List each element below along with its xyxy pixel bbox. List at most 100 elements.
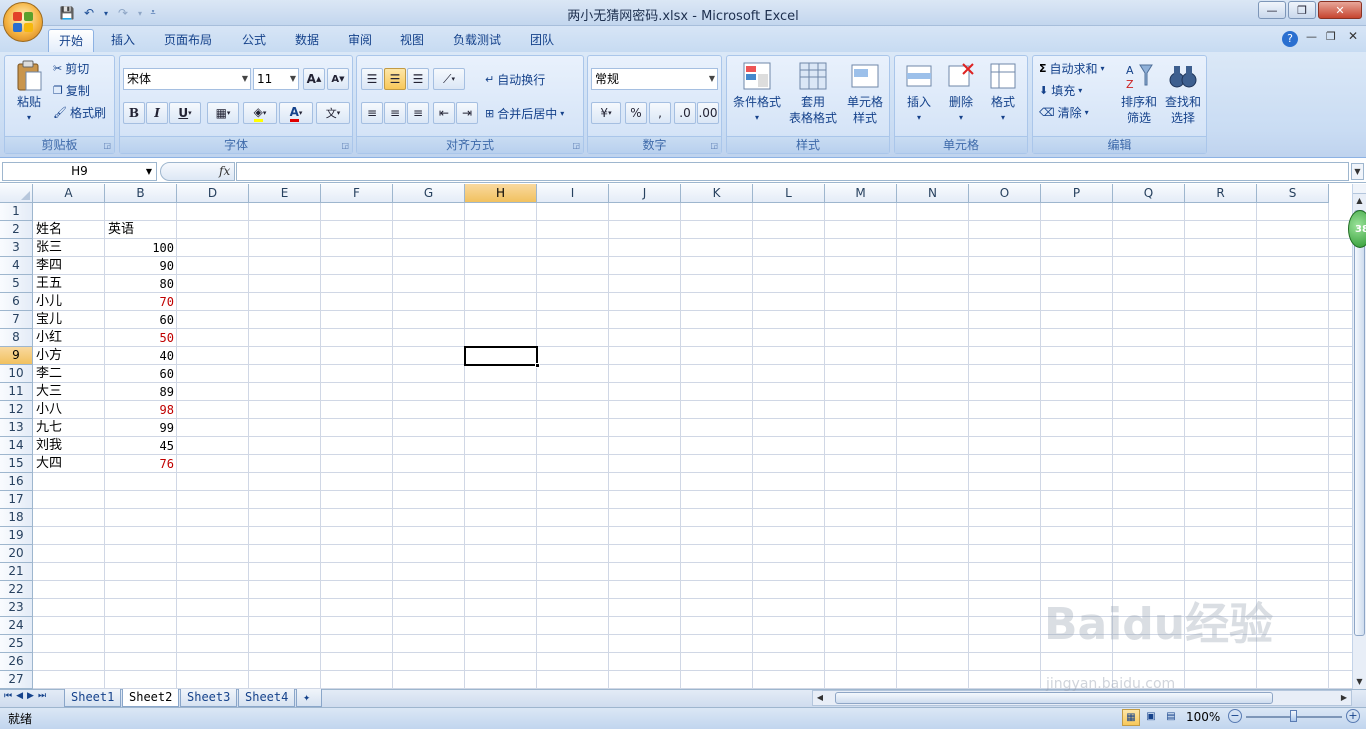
vertical-scrollbar[interactable]: ▲ ▼ [1352,184,1366,689]
underline-button[interactable]: U ▾ [169,102,201,124]
number-launcher-icon[interactable]: ◲ [710,141,718,150]
zoom-out-icon[interactable]: − [1228,709,1242,723]
customize-qat-icon[interactable]: ⩡ [148,4,158,22]
borders-button[interactable]: ▦ ▾ [207,102,239,124]
column-header-J[interactable]: J [609,184,681,203]
tab-page-layout[interactable]: 页面布局 [154,29,222,52]
row-header-16[interactable]: 16 [0,473,33,491]
row-header-2[interactable]: 2 [0,221,33,239]
align-left-icon[interactable]: ≡ [361,102,383,124]
cell-B10[interactable]: 60 [105,365,177,383]
row-header-18[interactable]: 18 [0,509,33,527]
bold-button[interactable]: B [123,102,145,124]
column-header-M[interactable]: M [825,184,897,203]
cell-styles-button[interactable]: 单元格 样式 [843,60,887,126]
cell-B13[interactable]: 99 [105,419,177,437]
row-header-8[interactable]: 8 [0,329,33,347]
zoom-slider-thumb[interactable] [1290,710,1297,722]
row-header-20[interactable]: 20 [0,545,33,563]
sheet-tab-3[interactable]: Sheet3 [180,689,238,707]
sheet-tab-1[interactable]: Sheet1 [64,689,122,707]
merge-center-button[interactable]: ⊞ 合并后居中 ▾ [485,105,564,122]
cell-A13[interactable]: 九七 [33,419,105,437]
row-header-17[interactable]: 17 [0,491,33,509]
minimize-button[interactable]: — [1258,1,1286,19]
row-header-23[interactable]: 23 [0,599,33,617]
column-header-K[interactable]: K [681,184,753,203]
tab-formulas[interactable]: 公式 [232,29,276,52]
ribbon-restore-icon[interactable]: ❐ [1326,30,1336,43]
column-header-B[interactable]: B [105,184,177,203]
column-header-I[interactable]: I [537,184,609,203]
fill-handle[interactable] [535,363,540,368]
active-cell-H9[interactable] [464,346,540,368]
tab-load-test[interactable]: 负载测试 [443,29,511,52]
row-header-26[interactable]: 26 [0,653,33,671]
select-all-corner[interactable] [0,184,33,203]
fill-color-button[interactable]: ◈ ▾ [243,102,277,124]
row-header-15[interactable]: 15 [0,455,33,473]
copy-button[interactable]: ❐ 复制 [53,82,90,99]
cell-B14[interactable]: 45 [105,437,177,455]
tab-data[interactable]: 数据 [285,29,329,52]
row-header-25[interactable]: 25 [0,635,33,653]
redo-icon[interactable]: ↷ [114,4,132,22]
cell-A11[interactable]: 大三 [33,383,105,401]
find-select-button[interactable]: 查找和 选择 [1161,60,1205,126]
align-center-icon[interactable]: ≡ [384,102,406,124]
cell-B9[interactable]: 40 [105,347,177,365]
align-bottom-icon[interactable]: ☰ [407,68,429,90]
clear-button[interactable]: ⌫ 清除 ▾ [1039,104,1089,121]
grow-font-button[interactable]: A ▲ [303,68,325,90]
cell-B15[interactable]: 76 [105,455,177,473]
undo-dropdown-icon[interactable]: ▾ [102,4,110,22]
row-header-6[interactable]: 6 [0,293,33,311]
currency-button[interactable]: ¥ ▾ [591,102,621,124]
percent-button[interactable]: % [625,102,647,124]
cell-B2[interactable]: 英语 [105,221,177,239]
italic-button[interactable]: I [146,102,168,124]
increase-decimal-icon[interactable]: .0 [674,102,696,124]
tab-home[interactable]: 开始 [48,29,95,52]
row-header-10[interactable]: 10 [0,365,33,383]
column-header-N[interactable]: N [897,184,969,203]
conditional-format-button[interactable]: 条件格式 ▾ [731,60,783,126]
page-layout-view-icon[interactable]: ▣ [1142,709,1160,726]
row-header-13[interactable]: 13 [0,419,33,437]
shrink-font-button[interactable]: A ▼ [327,68,349,90]
sort-filter-button[interactable]: AZ 排序和 筛选 [1119,60,1159,126]
align-middle-icon[interactable]: ☰ [384,68,406,90]
cell-B6[interactable]: 70 [105,293,177,311]
cell-A12[interactable]: 小八 [33,401,105,419]
column-header-F[interactable]: F [321,184,393,203]
normal-view-icon[interactable]: ▦ [1122,709,1140,726]
cell-A9[interactable]: 小方 [33,347,105,365]
insert-cells-button[interactable]: 插入 ▾ [899,60,939,126]
column-header-G[interactable]: G [393,184,465,203]
cell-A10[interactable]: 李二 [33,365,105,383]
sheet-nav-buttons[interactable]: ⏮◀▶⏭ [4,691,50,701]
cell-A2[interactable]: 姓名 [33,221,105,239]
vertical-scroll-thumb[interactable] [1354,210,1365,636]
format-cells-button[interactable]: 格式 ▾ [983,60,1023,126]
font-color-button[interactable]: A ▾ [279,102,313,124]
cell-A4[interactable]: 李四 [33,257,105,275]
page-break-view-icon[interactable]: ▤ [1162,709,1180,726]
paste-button[interactable]: 粘贴 ▾ [11,60,47,126]
horizontal-scrollbar[interactable]: ◀ ▶ [812,690,1352,706]
row-header-3[interactable]: 3 [0,239,33,257]
tab-team[interactable]: 团队 [520,29,564,52]
cell-B8[interactable]: 50 [105,329,177,347]
row-header-14[interactable]: 14 [0,437,33,455]
phonetic-button[interactable]: 文 ▾ [316,102,350,124]
column-header-E[interactable]: E [249,184,321,203]
close-button[interactable]: ✕ [1318,1,1362,19]
align-top-icon[interactable]: ☰ [361,68,383,90]
tab-insert[interactable]: 插入 [101,29,145,52]
row-header-22[interactable]: 22 [0,581,33,599]
format-as-table-button[interactable]: 套用 表格格式 [785,60,841,126]
zoom-level[interactable]: 100% [1186,710,1220,724]
save-icon[interactable]: 💾 [58,4,76,22]
redo-dropdown-icon[interactable]: ▾ [136,4,144,22]
ribbon-minimize-icon[interactable]: — [1306,30,1317,43]
